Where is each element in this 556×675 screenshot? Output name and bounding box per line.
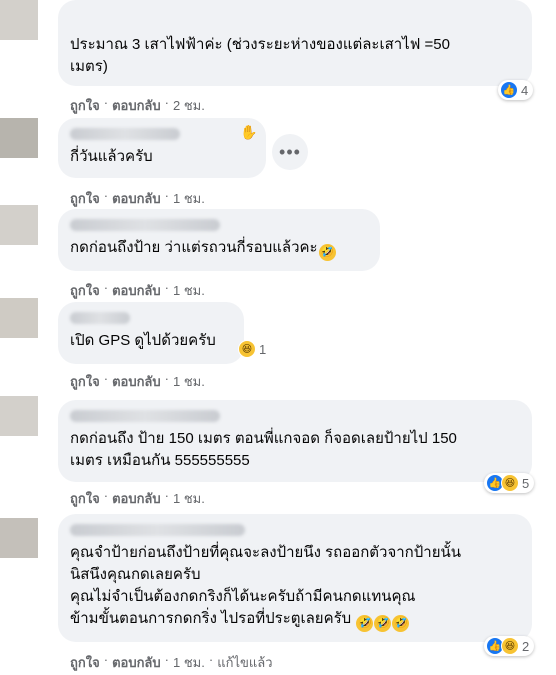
reaction-count: 4 (521, 82, 529, 98)
rofl-emoji-icon: 🤣 (374, 615, 392, 632)
timestamp[interactable]: 1 ชม. (173, 280, 205, 301)
haha-icon: 😆 (501, 637, 519, 655)
author-name[interactable] (70, 410, 220, 422)
wave-icon: ✋ (240, 124, 258, 140)
like-link[interactable]: ถูกใจ (70, 652, 100, 673)
like-link[interactable]: ถูกใจ (70, 95, 100, 116)
avatar[interactable] (0, 518, 38, 558)
reaction-summary[interactable]: 😆 1 (236, 339, 271, 359)
reply-link[interactable]: ตอบกลับ (112, 652, 161, 673)
like-link[interactable]: ถูกใจ (70, 371, 100, 392)
comment-bubble: เปิด GPS ดูไปด้วยครับ (58, 302, 244, 364)
comment-bubble: คุณจำป้ายก่อนถึงป้ายที่คุณจะลงป้ายนึง รถ… (58, 514, 532, 642)
timestamp[interactable]: 2 ชม. (173, 95, 205, 116)
rofl-emoji-icon: 🤣 (356, 615, 374, 632)
reaction-count: 5 (522, 475, 530, 491)
comment-text: ประมาณ 3 เสาไฟฟ้าค่ะ (ช่วงระยะห่างของแต่… (70, 36, 450, 75)
avatar[interactable] (0, 396, 38, 436)
like-link[interactable]: ถูกใจ (70, 188, 100, 209)
reply-link[interactable]: ตอบกลับ (112, 280, 161, 301)
avatar[interactable] (0, 118, 38, 158)
comment-text: กดก่อนถึงป้าย ว่าแต่รถวนกี่รอบแล้วคะ 🤣 (70, 237, 368, 261)
rofl-emoji-icon: 🤣 (318, 244, 336, 261)
like-icon: 👍 (500, 81, 518, 99)
author-name[interactable] (70, 312, 130, 324)
comment-bubble: กดก่อนถึง ป้าย 150 เมตร ตอนพี่แกจอด ก็จอ… (58, 400, 532, 482)
reply-link[interactable]: ตอบกลับ (112, 95, 161, 116)
comment-actions: ถูกใจ · ตอบกลับ · 1 ชม. · แก้ไขแล้ว (70, 652, 273, 673)
comment-bubble: กดก่อนถึงป้าย ว่าแต่รถวนกี่รอบแล้วคะ 🤣 (58, 209, 380, 271)
comment-actions: ถูกใจ · ตอบกลับ · 1 ชม. (70, 188, 205, 209)
comment-text: กดก่อนถึง ป้าย 150 เมตร ตอนพี่แกจอด ก็จอ… (70, 430, 457, 469)
rofl-emoji-icon: 🤣 (392, 615, 410, 632)
comment-bubble: กี่วันแล้วครับ (58, 118, 266, 178)
reaction-count: 2 (522, 638, 530, 654)
author-name[interactable] (70, 128, 180, 140)
timestamp[interactable]: 1 ชม. (173, 188, 205, 209)
comment-bubble: ประมาณ 3 เสาไฟฟ้าค่ะ (ช่วงระยะห่างของแต่… (58, 0, 532, 86)
comment-actions: ถูกใจ · ตอบกลับ · 1 ชม. (70, 371, 205, 392)
haha-icon: 😆 (238, 340, 256, 358)
author-name[interactable] (70, 219, 220, 231)
reaction-summary[interactable]: 👍 4 (498, 80, 534, 100)
timestamp[interactable]: 1 ชม. (173, 488, 205, 509)
comment-text: เปิด GPS ดูไปด้วยครับ (70, 332, 216, 349)
reply-link[interactable]: ตอบกลับ (112, 188, 161, 209)
avatar[interactable] (0, 205, 38, 245)
comment-actions: ถูกใจ · ตอบกลับ · 2 ชม. (70, 95, 205, 116)
like-link[interactable]: ถูกใจ (70, 488, 100, 509)
like-link[interactable]: ถูกใจ (70, 280, 100, 301)
reply-link[interactable]: ตอบกลับ (112, 371, 161, 392)
comment-actions: ถูกใจ · ตอบกลับ · 1 ชม. (70, 488, 205, 509)
comment-actions: ถูกใจ · ตอบกลับ · 1 ชม. (70, 280, 205, 301)
avatar[interactable] (0, 0, 38, 40)
timestamp[interactable]: 1 ชม. (173, 652, 205, 673)
timestamp[interactable]: 1 ชม. (173, 371, 205, 392)
edited-label[interactable]: แก้ไขแล้ว (217, 652, 272, 673)
author-name[interactable] (70, 524, 245, 536)
reaction-summary[interactable]: 👍 😆 5 (484, 473, 535, 493)
avatar[interactable] (0, 298, 38, 338)
reaction-summary[interactable]: 👍 😆 2 (484, 636, 535, 656)
comment-text: กี่วันแล้วครับ (70, 148, 153, 165)
reply-link[interactable]: ตอบกลับ (112, 488, 161, 509)
comment-text: คุณจำป้ายก่อนถึงป้ายที่คุณจะลงป้ายนึง รถ… (70, 542, 520, 632)
more-options-button[interactable]: ••• (272, 134, 308, 170)
reaction-count: 1 (259, 341, 267, 357)
haha-icon: 😆 (501, 474, 519, 492)
